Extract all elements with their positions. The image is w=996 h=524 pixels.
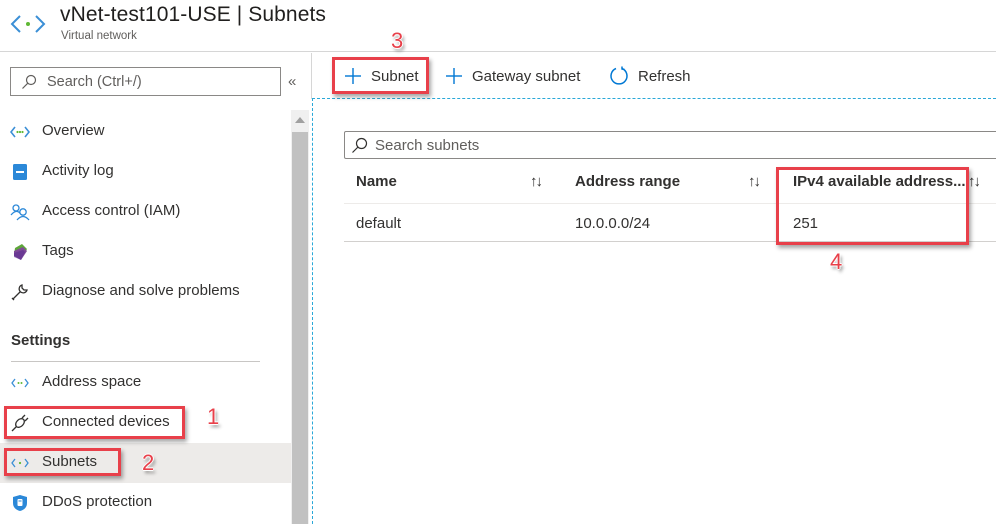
cell-address-range: 10.0.0.0/24 bbox=[575, 215, 651, 232]
menu-search-input[interactable] bbox=[47, 72, 272, 92]
virtual-network-icon bbox=[10, 123, 30, 141]
sidebar-item-ddos-protection[interactable]: DDoS protection bbox=[0, 483, 291, 523]
sort-name-icon[interactable]: ↑↓ bbox=[530, 173, 543, 190]
refresh-button[interactable]: Refresh bbox=[609, 63, 691, 89]
cell-ipv4-available: 251 bbox=[793, 215, 819, 232]
menu-search[interactable] bbox=[10, 67, 281, 96]
tag-icon bbox=[10, 243, 30, 261]
sidebar-item-label: Overview bbox=[42, 122, 105, 139]
sidebar-item-label: Subnets bbox=[42, 453, 98, 470]
annotation-number: 4 bbox=[830, 249, 843, 274]
annotation-number: 3 bbox=[391, 28, 404, 53]
sidebar-item-label: Access control (IAM) bbox=[42, 202, 181, 219]
column-header-ipv4-available[interactable]: IPv4 available address... bbox=[793, 173, 966, 190]
sidebar-item-label: DDoS protection bbox=[42, 493, 153, 510]
sidebar-item-label: Connected devices bbox=[42, 413, 170, 430]
subnet-search-input[interactable] bbox=[375, 135, 975, 155]
shield-icon bbox=[10, 494, 30, 512]
sidebar-item-connected-devices[interactable]: Connected devices bbox=[0, 403, 291, 443]
resource-menu: « Overview Activity log Access control (… bbox=[0, 53, 311, 524]
settings-section-label: Settings bbox=[11, 332, 71, 349]
refresh-label: Refresh bbox=[638, 67, 691, 85]
add-gateway-subnet-label: Gateway subnet bbox=[472, 67, 581, 85]
blade-header: vNet-test101-USE | Subnets Virtual netwo… bbox=[0, 0, 996, 52]
cell-name[interactable]: default bbox=[356, 215, 401, 232]
plug-icon bbox=[10, 414, 30, 432]
section-divider bbox=[11, 361, 260, 362]
sidebar-item-address-space[interactable]: Address space bbox=[0, 363, 291, 403]
virtual-network-icon bbox=[10, 454, 30, 472]
search-icon bbox=[22, 74, 37, 89]
row-divider bbox=[344, 241, 996, 242]
sidebar-item-tags[interactable]: Tags bbox=[0, 232, 291, 272]
sidebar-item-overview[interactable]: Overview bbox=[0, 112, 291, 152]
plus-icon bbox=[446, 68, 462, 84]
search-icon bbox=[352, 137, 368, 153]
subnets-content bbox=[312, 98, 996, 524]
command-bar: Subnet Gateway subnet Refresh bbox=[312, 53, 996, 98]
sidebar-item-label: Address space bbox=[42, 373, 142, 390]
add-gateway-subnet-button[interactable]: Gateway subnet bbox=[445, 63, 580, 89]
column-header-name[interactable]: Name bbox=[356, 173, 397, 190]
wrench-icon bbox=[10, 283, 30, 301]
sidebar-item-label: Activity log bbox=[42, 162, 114, 179]
people-icon bbox=[10, 203, 30, 221]
column-header-address-range[interactable]: Address range bbox=[575, 173, 680, 190]
sidebar-item-access-control[interactable]: Access control (IAM) bbox=[0, 192, 291, 232]
annotation-number: 2 bbox=[142, 450, 155, 475]
header-divider bbox=[344, 203, 996, 204]
sort-ipv4-available-icon[interactable]: ↑↓ bbox=[968, 173, 981, 190]
add-subnet-label: Subnet bbox=[371, 67, 419, 85]
sidebar-item-diagnose[interactable]: Diagnose and solve problems bbox=[0, 272, 291, 312]
add-subnet-button[interactable]: Subnet bbox=[344, 63, 419, 89]
scrollbar-thumb[interactable] bbox=[292, 132, 308, 524]
collapse-menu-button[interactable]: « bbox=[288, 73, 296, 90]
sort-address-range-icon[interactable]: ↑↓ bbox=[748, 173, 761, 190]
subnet-search[interactable] bbox=[344, 131, 996, 159]
plus-icon bbox=[345, 68, 361, 84]
resource-type: Virtual network bbox=[61, 30, 137, 42]
page-title: vNet-test101-USE | Subnets bbox=[60, 3, 327, 26]
scroll-up-arrow[interactable] bbox=[295, 117, 305, 123]
virtual-network-icon bbox=[10, 374, 30, 392]
refresh-icon bbox=[610, 66, 628, 85]
sidebar-item-label: Diagnose and solve problems bbox=[42, 282, 240, 299]
annotation-number: 1 bbox=[207, 404, 220, 429]
sidebar-item-activity-log[interactable]: Activity log bbox=[0, 152, 291, 192]
virtual-network-icon bbox=[10, 15, 46, 33]
sidebar-item-label: Tags bbox=[42, 242, 74, 259]
menu-scrollbar[interactable] bbox=[291, 110, 309, 524]
activity-log-icon bbox=[10, 163, 30, 181]
